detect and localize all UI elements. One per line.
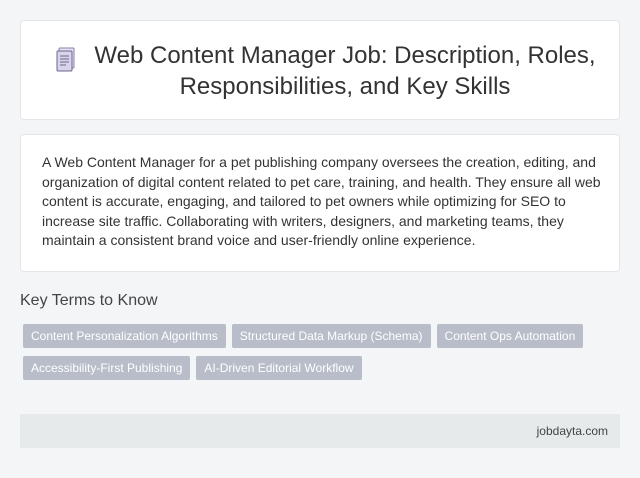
job-description: A Web Content Manager for a pet publishi… — [42, 154, 601, 248]
key-term-tag[interactable]: Accessibility-First Publishing — [23, 356, 191, 380]
page: Web Content Manager Job: Description, Ro… — [0, 0, 640, 478]
footer: jobdayta.com — [20, 414, 620, 448]
key-terms-heading: Key Terms to Know — [20, 292, 158, 309]
document-icon — [56, 47, 75, 72]
key-term-tag[interactable]: Content Personalization Algorithms — [23, 324, 226, 348]
key-term-tag[interactable]: Content Ops Automation — [436, 324, 584, 348]
key-term-tag[interactable]: AI-Driven Editorial Workflow — [196, 356, 362, 380]
footer-site-link[interactable]: jobdayta.com — [537, 424, 608, 438]
page-title: Web Content Manager Job: Description, Ro… — [94, 42, 596, 100]
key-term-tag[interactable]: Structured Data Markup (Schema) — [231, 324, 431, 348]
key-terms-list: Content Personalization Algorithms Struct… — [23, 324, 623, 388]
